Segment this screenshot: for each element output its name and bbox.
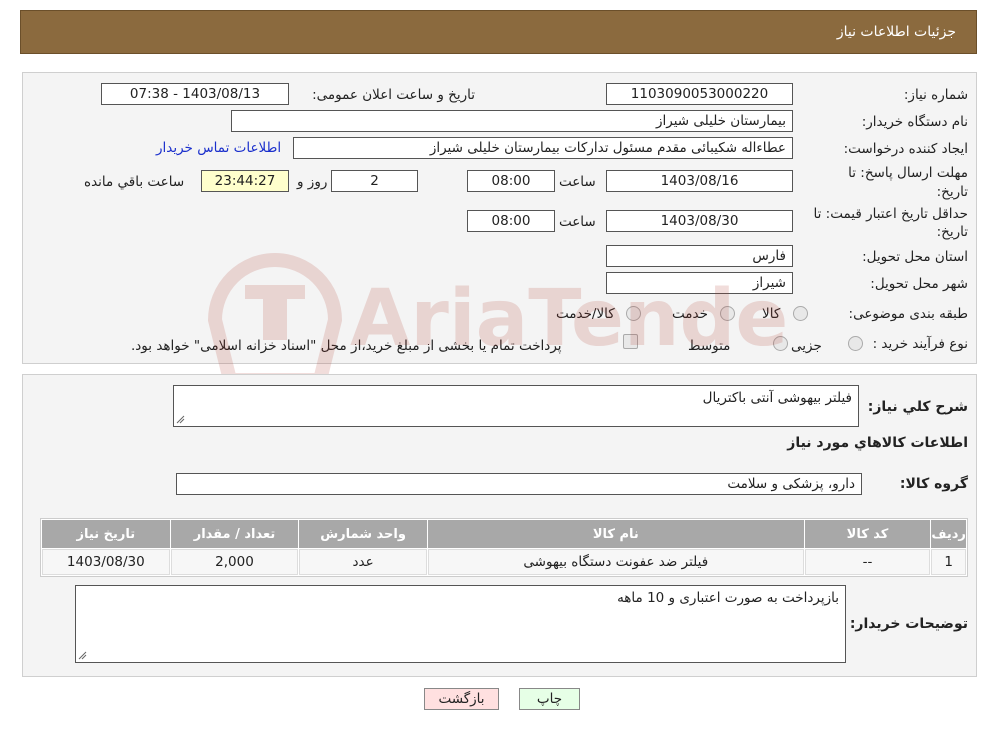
province-field[interactable]: فارس bbox=[606, 245, 793, 267]
deadline-label: مهلت ارسال پاسخ: تا bbox=[848, 165, 968, 181]
need-number-field[interactable]: 1103090053000220 bbox=[606, 83, 793, 105]
category-goods-service-radio[interactable] bbox=[626, 306, 641, 321]
days-remaining-field[interactable]: 2 bbox=[331, 170, 418, 192]
validity-label: حداقل تاریخ اعتبار قیمت: تا bbox=[813, 206, 968, 222]
cell-goods-name: فیلتر ضد عفونت دستگاه بیهوشی bbox=[427, 549, 804, 575]
col-row-header: رديف bbox=[931, 520, 966, 548]
announce-datetime-label: تاریخ و ساعت اعلان عمومی: bbox=[312, 87, 475, 103]
cell-row-number: 1 bbox=[931, 549, 966, 575]
city-field[interactable]: شیراز bbox=[606, 272, 793, 294]
cell-quantity: 2,000 bbox=[170, 549, 299, 575]
process-medium-radio[interactable] bbox=[773, 336, 788, 351]
process-minor-label: جزیی bbox=[791, 338, 822, 354]
cell-goods-code: -- bbox=[804, 549, 931, 575]
process-minor-radio[interactable] bbox=[848, 336, 863, 351]
goods-group-field[interactable]: دارو، پزشکی و سلامت bbox=[176, 473, 862, 495]
remaining-label: ساعت باقي مانده bbox=[84, 174, 185, 190]
goods-group-label: گروه کالا: bbox=[899, 476, 968, 492]
cell-need-date: 1403/08/30 bbox=[42, 549, 170, 575]
category-label: طبقه بندی موضوعی: bbox=[848, 306, 968, 322]
creator-field[interactable]: عطاءاله شکیبائی مقدم مسئول تدارکات بیمار… bbox=[293, 137, 793, 159]
validity-label-2: تاریخ: bbox=[936, 224, 968, 240]
category-goods-service-label: کالا/خدمت bbox=[556, 306, 615, 322]
treasury-checkbox[interactable] bbox=[623, 334, 638, 349]
print-button[interactable]: چاپ bbox=[519, 688, 580, 710]
resize-grip-icon[interactable] bbox=[78, 651, 87, 660]
resize-grip-icon[interactable] bbox=[176, 415, 185, 424]
category-service-radio[interactable] bbox=[720, 306, 735, 321]
buyer-notes-label: توضیحات خریدار: bbox=[849, 616, 968, 632]
goods-table: رديف کد کالا نام کالا واحد شمارش تعداد /… bbox=[40, 518, 968, 577]
summary-textarea[interactable]: فیلتر بیهوشی آنتی باکتریال bbox=[173, 385, 859, 427]
deadline-time-field[interactable]: 08:00 bbox=[467, 170, 555, 192]
table-row[interactable]: 1 -- فیلتر ضد عفونت دستگاه بیهوشی عدد 2,… bbox=[42, 549, 966, 575]
col-unit-header: واحد شمارش bbox=[299, 520, 427, 548]
goods-table-header: رديف کد کالا نام کالا واحد شمارش تعداد /… bbox=[42, 520, 966, 548]
col-date-header: تاریخ نیاز bbox=[42, 520, 170, 548]
col-code-header: کد کالا bbox=[804, 520, 931, 548]
cell-unit: عدد bbox=[299, 549, 427, 575]
buyer-org-field[interactable]: بیمارستان خلیلی شیراز bbox=[231, 110, 793, 132]
page-header: جزئیات اطلاعات نیاز bbox=[20, 10, 977, 54]
process-note: پرداخت تمام یا بخشی از مبلغ خرید،از محل … bbox=[131, 338, 562, 354]
deadline-time-label: ساعت bbox=[559, 174, 596, 190]
category-goods-label: کالا bbox=[762, 306, 781, 322]
deadline-label-2: تاریخ: bbox=[936, 184, 968, 200]
city-label: شهر محل تحویل: bbox=[870, 276, 968, 292]
announce-datetime-field[interactable]: 1403/08/13 - 07:38 bbox=[101, 83, 289, 105]
back-button[interactable]: بازگشت bbox=[424, 688, 499, 710]
summary-text: فیلتر بیهوشی آنتی باکتریال bbox=[702, 390, 852, 406]
creator-label: ایجاد کننده درخواست: bbox=[843, 141, 968, 157]
buyer-contact-link[interactable]: اطلاعات تماس خریدار bbox=[156, 140, 281, 156]
summary-label: شرح کلي نياز: bbox=[867, 399, 968, 415]
remaining-time-field[interactable]: 23:44:27 bbox=[201, 170, 289, 192]
goods-info-title: اطلاعات کالاهاي مورد نياز bbox=[787, 435, 968, 451]
process-type-label: نوع فرآیند خرید : bbox=[872, 336, 968, 352]
buyer-org-label: نام دستگاه خریدار: bbox=[861, 114, 968, 130]
category-service-label: خدمت bbox=[672, 306, 708, 322]
days-label: روز و bbox=[297, 174, 328, 190]
process-medium-label: متوسط bbox=[688, 338, 731, 354]
validity-time-field[interactable]: 08:00 bbox=[467, 210, 555, 232]
col-name-header: نام کالا bbox=[427, 520, 804, 548]
deadline-date-field[interactable]: 1403/08/16 bbox=[606, 170, 793, 192]
buyer-notes-textarea[interactable]: بازپرداخت به صورت اعتباری و 10 ماهه bbox=[75, 585, 846, 663]
category-goods-radio[interactable] bbox=[793, 306, 808, 321]
validity-time-label: ساعت bbox=[559, 214, 596, 230]
need-number-label: شماره نیاز: bbox=[903, 87, 968, 103]
province-label: استان محل تحویل: bbox=[862, 249, 968, 265]
col-qty-header: تعداد / مقدار bbox=[170, 520, 299, 548]
buyer-notes-text: بازپرداخت به صورت اعتباری و 10 ماهه bbox=[617, 590, 839, 606]
validity-date-field[interactable]: 1403/08/30 bbox=[606, 210, 793, 232]
page-title: جزئیات اطلاعات نیاز bbox=[836, 24, 956, 40]
